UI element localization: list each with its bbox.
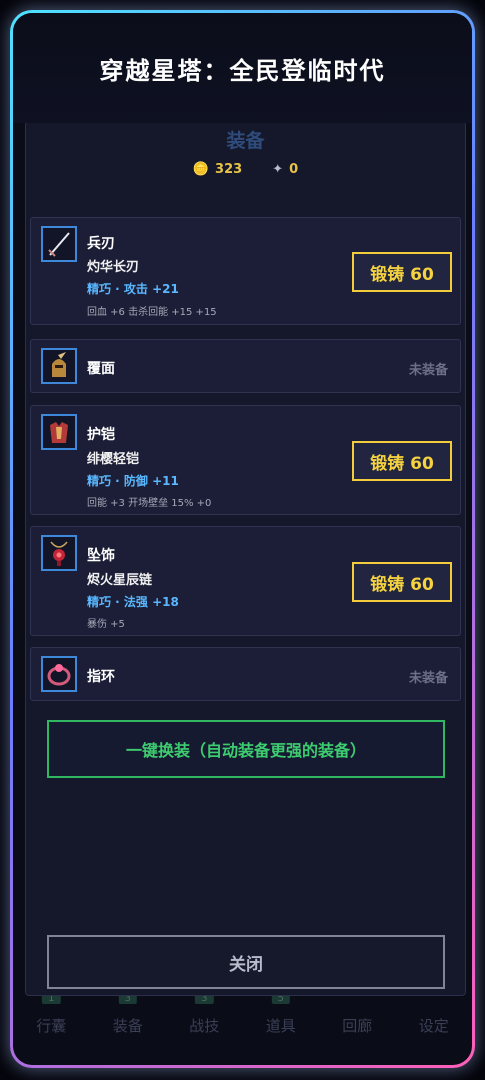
sword-icon (41, 226, 77, 262)
unequipped-label: 未装备 (408, 363, 448, 378)
nav-label: 装备 (112, 1017, 143, 1035)
equip-card-helmet[interactable]: 覆面 未装备 (30, 339, 461, 393)
helmet-icon (41, 348, 77, 384)
slot-label: 护铠 (87, 427, 115, 443)
app-title: 穿越星塔：全民登临时代 (99, 56, 386, 85)
item-name: 绯樱轻铠 (87, 452, 140, 467)
forge-button[interactable]: 锻铸 60 (352, 441, 452, 481)
necklace-icon (41, 535, 77, 571)
item-name: 灼华长刃 (87, 260, 140, 275)
equip-card-ring[interactable]: 指环 未装备 (30, 647, 461, 701)
nav-label: 战技 (189, 1017, 220, 1035)
equip-card-armor[interactable]: 护铠 绯樱轻铠 精巧 · 防御 +11 回能 +3 开场壁垒 15% +0 锻铸… (30, 405, 461, 515)
equip-card-weapon[interactable]: 兵刃 灼华长刃 精巧 · 攻击 +21 回血 +6 击杀回能 +15 +15 锻… (30, 217, 461, 325)
nav-item-equipment: 3 装备 (93, 993, 163, 1063)
item-extra: 回血 +6 击杀回能 +15 +15 (87, 307, 217, 318)
armor-icon (41, 414, 77, 450)
nav-item-skills: 3 战技 (169, 993, 239, 1063)
nav-item-bag: 1 行囊 (16, 993, 86, 1063)
app-frame: 穿越星塔：全民登临时代 1 行囊 3 装备 3 战技 5 道具 回廊 设定 装备 🪙 32… (10, 10, 475, 1068)
item-stat: 精巧 · 防御 +11 (87, 474, 179, 488)
gold-counter: 🪙 323 (193, 162, 242, 177)
item-stat: 精巧 · 法强 +18 (87, 595, 179, 609)
nav-label: 道具 (265, 1017, 296, 1035)
modal-title: 装备 (226, 130, 265, 152)
gold-value: 323 (215, 162, 243, 177)
item-extra: 回能 +3 开场壁垒 15% +0 (87, 498, 212, 509)
auto-equip-button[interactable]: 一键换装（自动装备更强的装备） (47, 720, 445, 778)
unequipped-label: 未装备 (408, 671, 448, 686)
title-bar: 穿越星塔：全民登临时代 (13, 13, 472, 123)
equipment-modal: 装备 🪙 323 ✦ 0 兵刃 灼华长刃 精巧 · 攻击 +21 回血 +6 击杀回… (25, 121, 466, 996)
slot-label: 覆面 (87, 361, 115, 377)
nav-label: 回廊 (342, 1017, 373, 1035)
shard-icon: ✦ (272, 162, 284, 177)
nav-label: 行囊 (36, 1017, 67, 1035)
shard-counter: ✦ 0 (272, 162, 298, 177)
forge-button[interactable]: 锻铸 60 (352, 562, 452, 602)
slot-label: 兵刃 (87, 236, 115, 252)
slot-label: 指环 (87, 669, 115, 685)
item-name: 烬火星辰链 (87, 573, 153, 588)
gold-icon: 🪙 (192, 162, 210, 177)
item-stat: 精巧 · 攻击 +21 (87, 282, 179, 296)
nav-label: 设定 (418, 1017, 449, 1035)
slot-label: 坠饰 (87, 548, 115, 564)
nav-item-settings: 设定 (399, 993, 469, 1063)
currency-bar: 🪙 323 ✦ 0 (26, 162, 465, 177)
nav-item-items: 5 道具 (246, 993, 316, 1063)
nav-item-corridor: 回廊 (322, 993, 392, 1063)
item-extra: 暴伤 +5 (87, 619, 125, 630)
close-button[interactable]: 关闭 (47, 935, 445, 989)
bottom-nav: 1 行囊 3 装备 3 战技 5 道具 回廊 设定 (13, 993, 472, 1063)
ring-icon (41, 656, 77, 692)
shard-value: 0 (289, 162, 299, 177)
equip-card-necklace[interactable]: 坠饰 烬火星辰链 精巧 · 法强 +18 暴伤 +5 锻铸 60 (30, 526, 461, 636)
forge-button[interactable]: 锻铸 60 (352, 252, 452, 292)
